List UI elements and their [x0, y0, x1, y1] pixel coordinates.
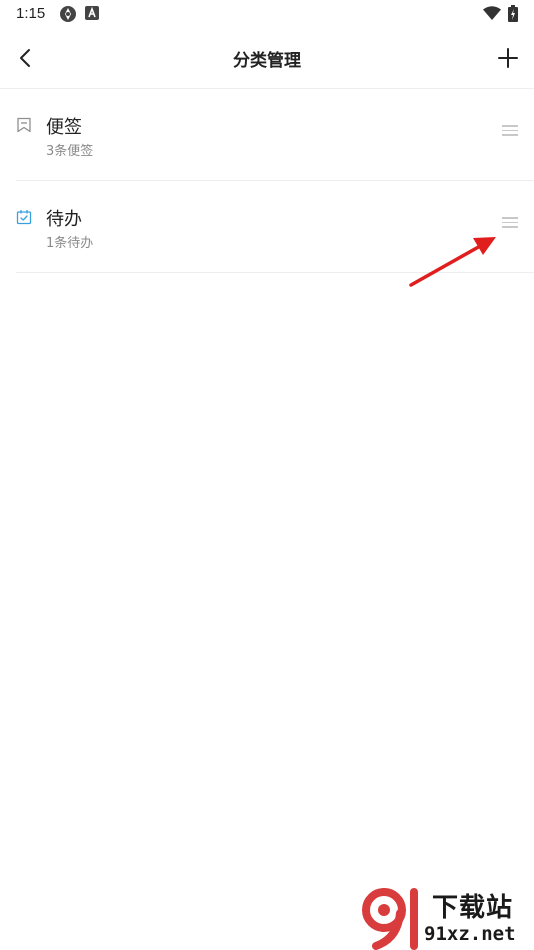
- calendar-check-icon: [16, 210, 32, 225]
- a-badge-icon: [85, 6, 99, 20]
- watermark-title: 下载站: [432, 893, 514, 923]
- watermark-91-logo: [362, 888, 418, 950]
- annotation-arrow-icon: [409, 237, 496, 287]
- category-name: 待办: [46, 209, 82, 230]
- wifi-icon: [483, 6, 501, 20]
- top-app-bar: 分类管理: [0, 28, 534, 89]
- bookmark-icon: [17, 117, 31, 133]
- category-name: 便签: [46, 117, 82, 138]
- watermark-logo: 下载站 91xz.net: [362, 885, 534, 950]
- status-bar: 1:15: [0, 0, 534, 28]
- category-count: 3条便签: [46, 144, 94, 159]
- app-notification-icon: [60, 6, 76, 22]
- status-time: 1:15: [16, 5, 46, 22]
- category-item-notes[interactable]: 便签 3条便签: [16, 89, 534, 181]
- battery-icon: [508, 5, 518, 22]
- watermark-url: 91xz.net: [424, 923, 516, 945]
- page-title: 分类管理: [233, 51, 301, 71]
- category-count: 1条待办: [46, 236, 94, 251]
- add-icon[interactable]: [496, 46, 520, 70]
- drag-handle-icon[interactable]: [502, 125, 518, 137]
